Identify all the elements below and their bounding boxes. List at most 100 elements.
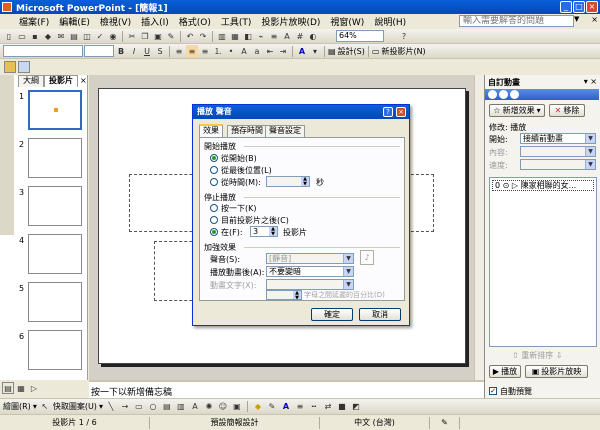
cancel-button[interactable]: 取消: [359, 308, 401, 321]
maximize-button[interactable]: □: [573, 1, 585, 13]
after-animation-select[interactable]: 不要變暗 ▼: [266, 266, 354, 277]
radio-on-click[interactable]: [210, 204, 218, 212]
radio-from-time[interactable]: [210, 178, 218, 186]
radio-from-last-position[interactable]: [210, 166, 218, 174]
undo-icon[interactable]: ↶: [184, 30, 196, 42]
document-close-icon[interactable]: ×: [591, 15, 598, 24]
decrease-indent-icon[interactable]: ⇤: [264, 45, 276, 57]
shadow-style-icon[interactable]: ■: [336, 401, 348, 413]
font-color-dropdown-icon[interactable]: ▾: [309, 45, 321, 57]
dialog-close-button[interactable]: ×: [396, 107, 406, 117]
line-icon[interactable]: ╲: [105, 401, 117, 413]
align-center-icon[interactable]: ≡: [186, 45, 198, 57]
permission-icon[interactable]: ◆: [42, 30, 54, 42]
format-painter-icon[interactable]: ✎: [165, 30, 177, 42]
slide-thumbnail-6[interactable]: [28, 330, 82, 370]
start-select[interactable]: 接續前動畫 ▼: [520, 133, 596, 144]
spelling-status-icon[interactable]: ✎: [430, 416, 460, 429]
align-left-icon[interactable]: ≡: [173, 45, 185, 57]
menu-format[interactable]: 格式(O): [174, 15, 216, 28]
expand-all-icon[interactable]: ≡: [268, 30, 280, 42]
diagram-icon[interactable]: ✺: [203, 401, 215, 413]
dash-style-icon[interactable]: ┅: [308, 401, 320, 413]
animate-text-select[interactable]: ▼: [266, 279, 354, 290]
line-style-icon[interactable]: ≡: [294, 401, 306, 413]
review-icon[interactable]: [4, 61, 16, 73]
increase-indent-icon[interactable]: ⇥: [277, 45, 289, 57]
reorder-control[interactable]: ⇧ 重新排序 ⇩: [512, 350, 563, 361]
animation-list[interactable]: 0 ⊙ ▷ 陳家相聯的女...: [489, 177, 597, 347]
sound-select[interactable]: [靜音] ▼: [266, 253, 354, 264]
forward-icon[interactable]: [499, 90, 508, 99]
pane-close-icon[interactable]: ×: [80, 76, 87, 85]
menu-slideshow[interactable]: 投影片放映(D): [256, 15, 325, 28]
from-time-spinner[interactable]: ▲ ▼: [266, 176, 310, 187]
clipart-icon[interactable]: ☺: [217, 401, 229, 413]
tab-timing[interactable]: 預存時間: [227, 125, 267, 137]
help-search-input[interactable]: 輸入需要解答的問題: [459, 15, 574, 27]
show-formatting-icon[interactable]: A: [281, 30, 293, 42]
menu-help[interactable]: 說明(H): [369, 15, 411, 28]
font-color-icon[interactable]: A: [280, 401, 292, 413]
spelling-icon[interactable]: ✓: [94, 30, 106, 42]
paste-icon[interactable]: ▣: [152, 30, 164, 42]
back-icon[interactable]: [488, 90, 497, 99]
print-preview-icon[interactable]: ◫: [81, 30, 93, 42]
decrease-font-icon[interactable]: a: [251, 45, 263, 57]
property-select[interactable]: ▼: [520, 146, 596, 157]
radio-after-slides[interactable]: [210, 228, 218, 236]
slide-thumbnail-3[interactable]: [28, 186, 82, 226]
arrow-style-icon[interactable]: ⇄: [322, 401, 334, 413]
underline-icon[interactable]: U: [141, 45, 153, 57]
stop-after-spinner[interactable]: 3 ▲ ▼: [250, 226, 278, 237]
menu-view[interactable]: 檢視(V): [95, 15, 136, 28]
draw-menu[interactable]: 繪圖(R): [3, 401, 31, 412]
font-name-select[interactable]: [3, 45, 83, 57]
print-icon[interactable]: ▤: [68, 30, 80, 42]
3d-style-icon[interactable]: ◩: [350, 401, 362, 413]
align-right-icon[interactable]: ≡: [199, 45, 211, 57]
slide-sorter-icon[interactable]: ▦: [15, 382, 27, 394]
powerpoint-app-icon[interactable]: [2, 2, 12, 12]
slide-thumbnail-4[interactable]: [28, 234, 82, 274]
select-objects-icon[interactable]: ↖: [39, 401, 51, 413]
oval-icon[interactable]: ○: [147, 401, 159, 413]
help-dropdown-icon[interactable]: ▼: [574, 15, 582, 27]
menu-window[interactable]: 視窗(W): [325, 15, 369, 28]
ok-button[interactable]: 確定: [311, 308, 353, 321]
redo-icon[interactable]: ↷: [197, 30, 209, 42]
menu-file[interactable]: 檔案(F): [14, 15, 54, 28]
menu-insert[interactable]: 插入(I): [136, 15, 174, 28]
slide-thumbnail-5[interactable]: [28, 282, 82, 322]
play-button[interactable]: ▶ 播放: [489, 365, 521, 378]
close-button[interactable]: ×: [586, 1, 598, 13]
email-icon[interactable]: ✉: [55, 30, 67, 42]
tab-sound-settings[interactable]: 聲音設定: [265, 125, 305, 137]
font-color-icon[interactable]: A: [296, 45, 308, 57]
slide-thumbnail-1[interactable]: [28, 90, 82, 130]
slide-thumbnail-2[interactable]: [28, 138, 82, 178]
font-size-select[interactable]: [84, 45, 114, 57]
bold-icon[interactable]: B: [115, 45, 127, 57]
research-icon[interactable]: ◉: [107, 30, 119, 42]
radio-from-beginning[interactable]: [210, 154, 218, 162]
tab-outline[interactable]: 大綱: [18, 75, 44, 87]
show-grid-icon[interactable]: #: [294, 30, 306, 42]
remove-button[interactable]: ✕ 移除: [549, 104, 585, 117]
copy-icon[interactable]: ❐: [139, 30, 151, 42]
menu-tools[interactable]: 工具(T): [216, 15, 257, 28]
slideshow-button[interactable]: ▣ 投影片放映: [525, 365, 588, 378]
radio-after-current-slide[interactable]: [210, 216, 218, 224]
slide-scrollbar[interactable]: [474, 75, 484, 380]
italic-icon[interactable]: I: [128, 45, 140, 57]
bullets-icon[interactable]: •: [225, 45, 237, 57]
menu-edit[interactable]: 編輯(E): [54, 15, 95, 28]
zoom-select[interactable]: 64%: [336, 30, 384, 42]
design-button[interactable]: ▤ 設計(S): [328, 46, 365, 57]
color-grayscale-icon[interactable]: ◐: [307, 30, 319, 42]
new-slide-button[interactable]: ▭ 新投影片(N): [372, 46, 426, 57]
increase-font-icon[interactable]: A: [238, 45, 250, 57]
new-document-icon[interactable]: ▯: [3, 30, 15, 42]
notes-pane[interactable]: 按一下以新增備忘稿: [89, 380, 484, 398]
rectangle-icon[interactable]: ▭: [133, 401, 145, 413]
